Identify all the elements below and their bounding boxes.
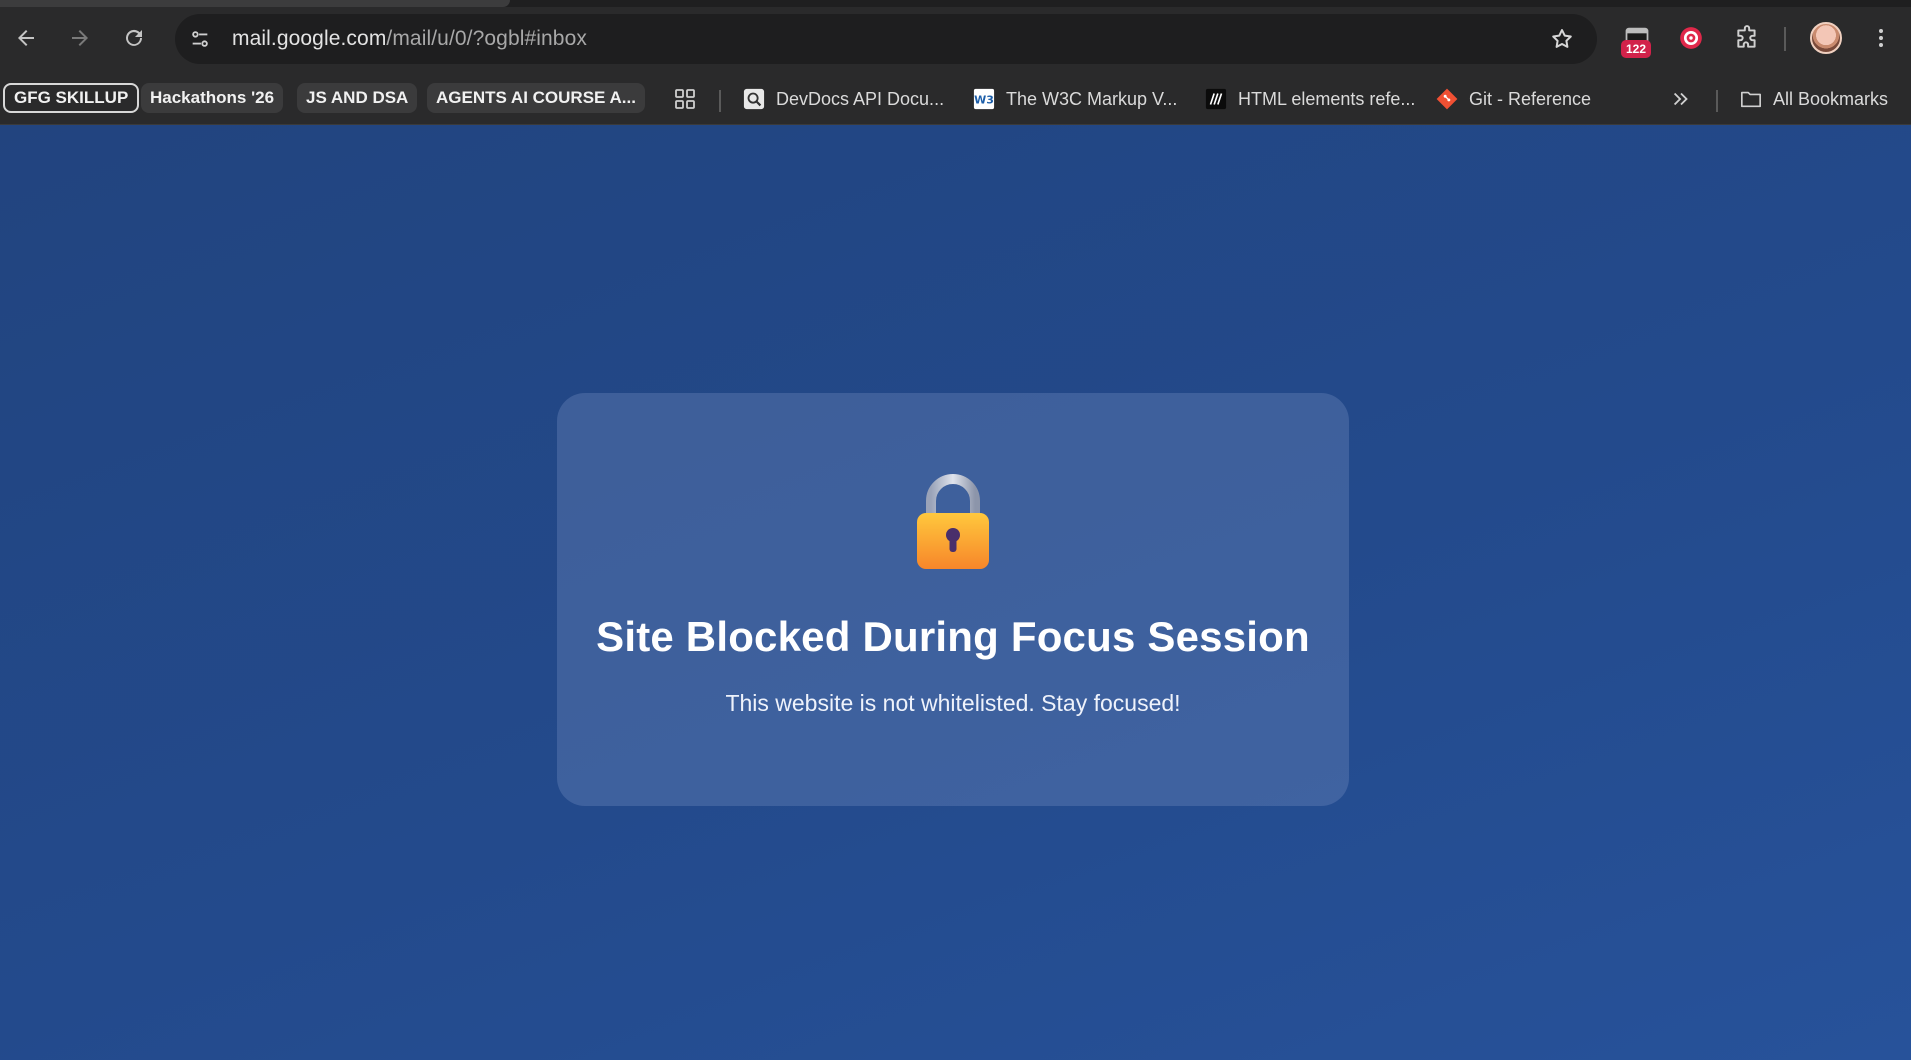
git-icon [1436,88,1458,110]
bookmark-devdocs[interactable]: DevDocs API Docu... [743,83,944,115]
url-host: mail.google.com [232,27,387,50]
bookmark-label: The W3C Markup V... [1006,88,1178,109]
all-bookmarks-button[interactable]: All Bookmarks [1740,83,1888,115]
back-button[interactable] [6,18,46,58]
star-icon [1552,29,1572,48]
reload-icon [126,29,142,46]
browser-toolbar: mail.google.com/mail/u/0/?ogbl#inbox 122 [0,0,1911,77]
bookmark-label: Git - Reference [1469,88,1592,109]
browser-menu-button[interactable] [1861,18,1901,58]
w3c-icon: W3 [973,88,995,110]
bookmarks-separator [1716,90,1718,112]
tab-strip [0,0,1911,7]
forward-button[interactable] [60,18,100,58]
mdn-icon [1205,88,1227,110]
forward-arrow-icon [72,30,88,46]
bookmark-mdn[interactable]: HTML elements refe... [1205,83,1415,115]
bookmark-star-button[interactable] [1547,24,1577,54]
bookmark-group-js-dsa[interactable]: JS AND DSA [297,83,418,113]
chevron-double-right-icon [1673,92,1688,106]
blocked-page: Site Blocked During Focus Session This w… [0,125,1911,1060]
all-bookmarks-label: All Bookmarks [1773,88,1889,109]
toolbar-separator [1784,27,1786,51]
profile-avatar[interactable] [1810,22,1842,54]
extensions-menu-button[interactable] [1727,18,1767,58]
apps-grid-icon [675,89,695,109]
url-path: /mail/u/0/?ogbl#inbox [386,27,587,50]
blocked-card: Site Blocked During Focus Session This w… [557,393,1349,806]
bookmark-group-hackathons[interactable]: Hackathons '26 [141,83,284,113]
address-bar[interactable]: mail.google.com/mail/u/0/?ogbl#inbox [175,14,1597,64]
bookmark-group-gfg[interactable]: GFG SKILLUP [3,83,140,113]
blocked-message: This website is not whitelisted. Stay fo… [725,690,1181,716]
target-extension-icon [1680,27,1702,49]
reload-button[interactable] [114,18,154,58]
url-text[interactable]: mail.google.com/mail/u/0/?ogbl#inbox [232,27,587,51]
bookmark-git[interactable]: Git - Reference [1436,83,1591,115]
active-tab-edge[interactable] [0,0,510,7]
site-info-icon [192,31,208,47]
blocked-title: Site Blocked During Focus Session [596,613,1310,660]
lock-icon [917,474,989,569]
bookmarks-separator [719,90,721,112]
bookmarks-bar: GFG SKILLUP Hackathons '26 JS AND DSA AG… [0,77,1911,125]
folder-icon [1740,88,1762,110]
puzzle-extensions-icon [1737,25,1756,48]
bookmark-label: DevDocs API Docu... [776,88,945,109]
bookmark-label: HTML elements refe... [1238,88,1416,109]
more-vert-icon [1879,29,1883,47]
more-bookmarks-button[interactable] [1670,83,1692,115]
site-info-button[interactable] [180,19,220,59]
back-arrow-icon [18,30,34,46]
devdocs-icon [743,88,765,110]
bookmark-group-agents[interactable]: AGENTS AI COURSE A... [427,83,645,113]
apps-shortcut[interactable] [673,83,697,115]
svg-text:W3: W3 [974,94,994,107]
extension-badge: 122 [1621,40,1652,58]
bookmark-w3c[interactable]: W3 The W3C Markup V... [973,83,1177,115]
target-extension-button[interactable] [1671,18,1711,58]
